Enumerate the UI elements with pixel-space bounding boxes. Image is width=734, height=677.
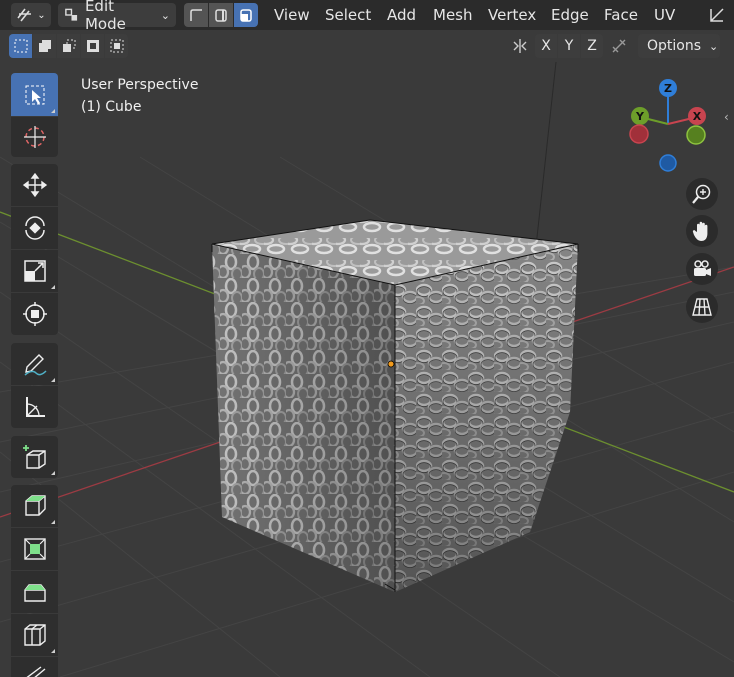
gizmo-y-label: Y	[635, 110, 645, 123]
edge-select-icon	[215, 9, 227, 22]
edit-mode-icon	[65, 8, 78, 21]
zoom-button[interactable]	[686, 178, 718, 210]
menu-edge[interactable]: Edge	[551, 6, 589, 24]
3d-viewport[interactable]: User Perspective (1) Cube Z Y X	[0, 62, 734, 677]
tool-move[interactable]	[11, 164, 58, 206]
tool-measure[interactable]	[11, 386, 58, 428]
select-extend-button[interactable]	[33, 34, 56, 58]
select-mode-group	[184, 3, 259, 27]
menu-vertex[interactable]: Vertex	[488, 6, 536, 24]
tool-transform[interactable]	[11, 293, 58, 335]
camera-icon	[694, 260, 711, 276]
menu-uv[interactable]: UV	[654, 6, 675, 24]
gizmo-neg-x[interactable]	[629, 124, 649, 144]
options-label: Options	[647, 38, 702, 54]
options-dropdown[interactable]: Options ⌄	[638, 34, 720, 58]
mode-label: Edit Mode	[84, 0, 126, 33]
topology-mirror-icon	[612, 39, 626, 53]
viewport-info: User Perspective (1) Cube	[81, 74, 198, 118]
transform-icon	[22, 302, 47, 326]
tool-extrude[interactable]	[11, 485, 58, 527]
menu-select[interactable]: Select	[325, 6, 371, 24]
view-name: User Perspective	[81, 77, 199, 93]
tool-select-box[interactable]	[11, 73, 58, 116]
knife-icon	[26, 666, 45, 677]
mirror-icon	[513, 39, 527, 53]
edge-select-button[interactable]	[209, 3, 233, 27]
cursor-icon	[23, 126, 46, 148]
mirror-toggle[interactable]	[508, 34, 532, 58]
annotate-pencil-icon	[24, 354, 47, 376]
selection-operation-group	[9, 34, 128, 58]
vertex-select-icon	[190, 9, 202, 21]
editor-type-dropdown[interactable]: ⌄	[11, 3, 51, 27]
pivot-icon	[710, 8, 724, 22]
face-select-icon	[240, 9, 252, 22]
select-invert-button[interactable]	[81, 34, 104, 58]
select-extend-icon	[38, 40, 51, 52]
gizmo-z-label: Z	[664, 82, 672, 95]
tool-bevel[interactable]	[11, 571, 58, 613]
gizmo-x-label: X	[693, 110, 702, 123]
menu-face[interactable]: Face	[604, 6, 638, 24]
menu-add[interactable]: Add	[387, 6, 416, 24]
bevel-icon	[23, 584, 46, 602]
tool-header: X Y Z Options ⌄ ‹	[0, 30, 734, 124]
measure-ruler-icon	[25, 397, 45, 417]
toggle-projection-button[interactable]	[686, 291, 718, 323]
navigation-gizmo[interactable]: Z Y X	[620, 74, 720, 174]
tool-rotate[interactable]	[11, 207, 58, 249]
transform-pivot-button[interactable]	[704, 3, 730, 27]
origin-point	[387, 360, 395, 368]
select-box-icon	[25, 85, 44, 104]
face-select-button[interactable]	[234, 3, 258, 27]
tool-scale[interactable]	[11, 250, 58, 292]
loop-cut-icon	[23, 624, 46, 646]
tool-add-cube[interactable]	[11, 436, 58, 478]
mirror-z-button[interactable]: Z	[581, 34, 603, 58]
scale-icon	[23, 260, 46, 282]
mirror-y-button[interactable]: Y	[558, 34, 580, 58]
menu-mesh[interactable]: Mesh	[433, 6, 473, 24]
gizmo-neg-y[interactable]	[686, 125, 706, 145]
zoom-icon	[692, 184, 711, 204]
inset-icon	[23, 538, 46, 560]
select-new-icon	[14, 39, 27, 53]
gizmo-neg-z[interactable]	[659, 154, 677, 172]
tool-annotate[interactable]	[11, 343, 58, 385]
tool-inset[interactable]	[11, 528, 58, 570]
hand-icon	[692, 221, 708, 241]
select-intersect-button[interactable]	[105, 34, 128, 58]
camera-view-button[interactable]	[686, 253, 718, 285]
tool-loop-cut[interactable]	[11, 614, 58, 656]
tool-knife[interactable]	[11, 657, 58, 677]
perspective-grid-icon	[692, 298, 712, 316]
add-cube-icon	[22, 445, 46, 469]
editor-header: ⌄ Edit Mode ⌄ View Select Add Mesh Verte…	[0, 0, 734, 33]
select-invert-icon	[86, 40, 99, 52]
select-new-button[interactable]	[9, 34, 32, 58]
mirror-x-button[interactable]: X	[535, 34, 557, 58]
pan-button[interactable]	[686, 215, 718, 247]
extrude-icon	[24, 495, 46, 516]
move-icon	[22, 172, 47, 198]
chevron-down-icon: ⌄	[709, 39, 719, 53]
topology-mirror-toggle[interactable]	[606, 34, 632, 58]
editor-type-icon	[17, 8, 32, 22]
select-intersect-icon	[110, 39, 123, 53]
vertex-select-button[interactable]	[184, 3, 208, 27]
tool-cursor[interactable]	[11, 117, 58, 157]
select-subtract-icon	[62, 39, 75, 52]
rotate-icon	[24, 216, 45, 240]
select-subtract-button[interactable]	[57, 34, 80, 58]
chevron-down-icon: ⌄	[37, 9, 46, 21]
menu-view[interactable]: View	[274, 6, 310, 24]
active-object-name: (1) Cube	[81, 99, 142, 115]
chevron-down-icon: ⌄	[160, 8, 170, 22]
mode-dropdown[interactable]: Edit Mode ⌄	[58, 0, 176, 33]
